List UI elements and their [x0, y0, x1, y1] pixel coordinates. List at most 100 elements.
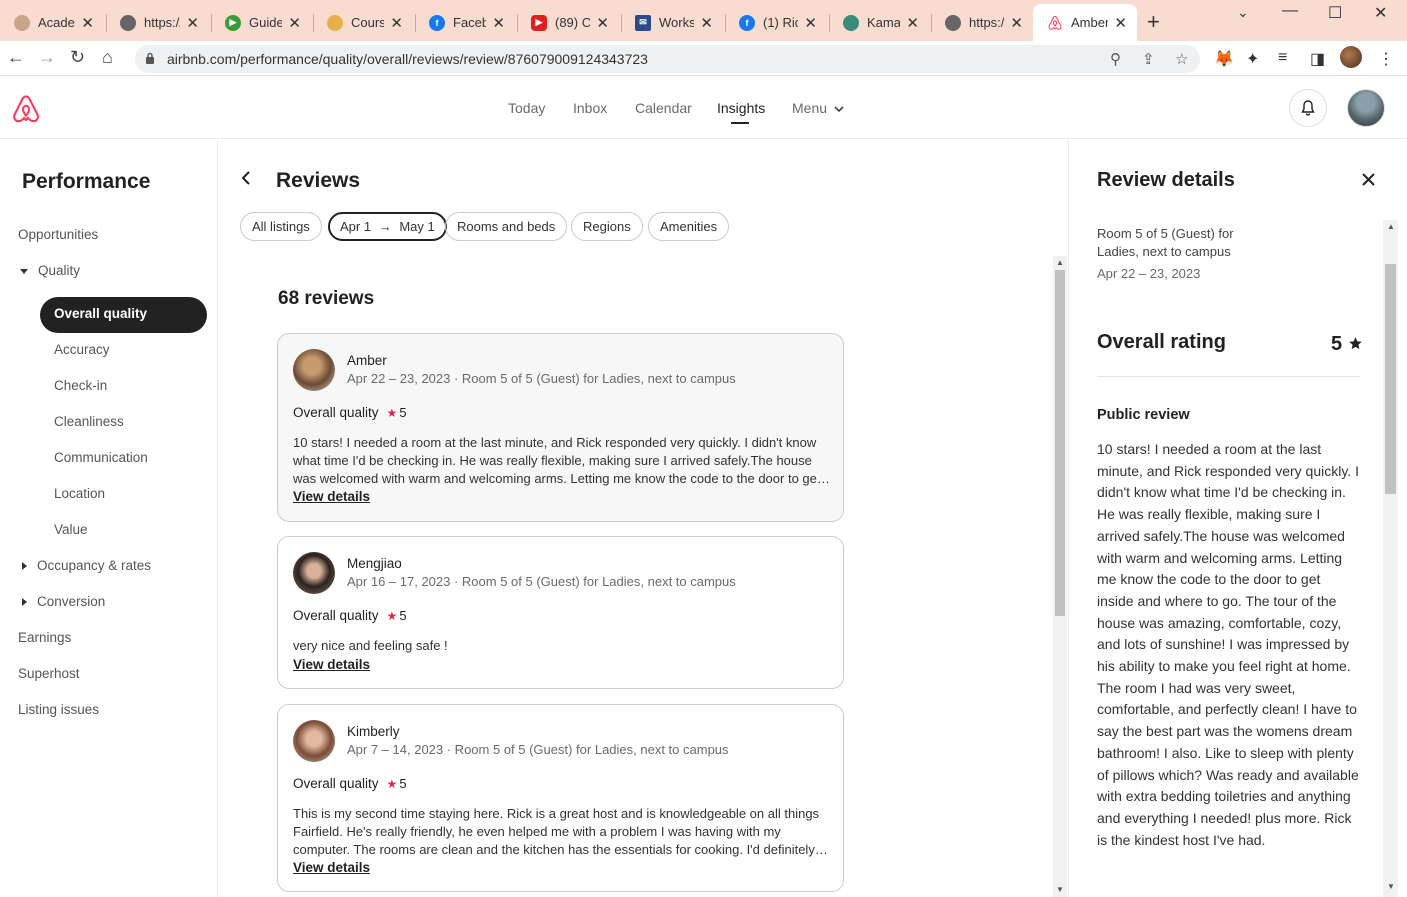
tab-title: Amber — [1071, 15, 1109, 30]
quality-label: Overall quality — [293, 405, 379, 420]
close-tab-icon[interactable]: ✕ — [1010, 14, 1023, 32]
sidebar-item-opportunities[interactable]: Opportunities — [18, 227, 98, 242]
nav-insights[interactable]: Insights — [717, 100, 765, 116]
filter-regions[interactable]: Regions — [571, 212, 643, 241]
close-window-icon[interactable]: ✕ — [1374, 3, 1387, 23]
address-bar[interactable]: airbnb.com/performance/quality/overall/r… — [135, 45, 1200, 73]
extensions-puzzle-icon[interactable]: ✦ — [1246, 49, 1259, 69]
back-chevron-icon[interactable] — [241, 170, 251, 191]
browser-tab[interactable]: ▶ (89) Ch ✕ — [517, 6, 619, 39]
home-icon[interactable]: ⌂ — [102, 47, 113, 68]
filter-amenities[interactable]: Amenities — [648, 212, 730, 241]
sidebar-item-quality[interactable]: Quality — [20, 263, 80, 278]
scroll-down-icon[interactable]: ▼ — [1387, 882, 1395, 891]
review-card[interactable]: Kimberly Apr 7 – 14, 2023 · Room 5 of 5 … — [277, 704, 844, 892]
close-panel-icon[interactable] — [1362, 170, 1375, 191]
minimize-icon[interactable]: — — [1282, 2, 1298, 20]
site-header — [0, 77, 1407, 139]
sidebar-item-value[interactable]: Value — [54, 522, 88, 537]
nav-today[interactable]: Today — [508, 100, 545, 116]
account-avatar[interactable] — [1347, 89, 1385, 127]
back-arrow-icon[interactable]: ← — [7, 47, 25, 68]
maximize-icon[interactable]: ☐ — [1328, 3, 1342, 23]
sidebar-item-listing-issues[interactable]: Listing issues — [18, 702, 99, 717]
quality-rating: Overall quality ★ 5 — [293, 608, 407, 623]
close-tab-icon[interactable]: ✕ — [186, 14, 199, 32]
bookmark-star-icon[interactable]: ☆ — [1175, 50, 1188, 68]
quality-label: Overall quality — [293, 608, 379, 623]
side-panel-icon[interactable]: ◨ — [1310, 49, 1325, 69]
sidebar-item-communication[interactable]: Communication — [54, 450, 148, 465]
filter-all-listings[interactable]: All listings — [240, 212, 322, 241]
scrollbar-thumb[interactable] — [1385, 264, 1396, 494]
close-tab-icon[interactable]: ✕ — [596, 14, 609, 32]
scroll-up-icon[interactable]: ▲ — [1387, 222, 1395, 231]
browser-tab[interactable]: ✉ Worksp ✕ — [621, 6, 723, 39]
close-tab-icon[interactable]: ✕ — [492, 14, 505, 32]
airbnb-logo-icon[interactable] — [11, 93, 41, 130]
scroll-down-icon[interactable]: ▼ — [1056, 885, 1064, 894]
new-tab-icon[interactable]: + — [1147, 9, 1160, 35]
scroll-up-icon[interactable]: ▲ — [1056, 258, 1064, 267]
review-card[interactable]: Mengjiao Apr 16 – 17, 2023 · Room 5 of 5… — [277, 536, 844, 689]
close-tab-icon[interactable]: ✕ — [906, 14, 919, 32]
url-text[interactable]: airbnb.com/performance/quality/overall/r… — [167, 51, 648, 67]
review-text: very nice and feeling safe ! — [293, 638, 448, 653]
view-details-link[interactable]: View details — [293, 657, 370, 672]
browser-tab[interactable]: ▶ Guide t ✕ — [211, 6, 311, 39]
notifications-button[interactable] — [1289, 89, 1327, 127]
scrollbar-thumb[interactable] — [1055, 270, 1065, 616]
reload-icon[interactable]: ↻ — [70, 47, 85, 68]
sidebar-item-check-in[interactable]: Check-in — [54, 378, 107, 393]
browser-tab[interactable]: f Facebo ✕ — [415, 6, 515, 39]
sidebar-item-occupancy[interactable]: Occupancy & rates — [20, 558, 151, 573]
browser-tab[interactable]: Academ ✕ — [0, 6, 104, 39]
sidebar-item-cleanliness[interactable]: Cleanliness — [54, 414, 124, 429]
nav-inbox[interactable]: Inbox — [573, 100, 607, 116]
sidebar-item-label: Quality — [38, 263, 81, 278]
caret-down-icon — [20, 268, 28, 274]
sidebar-item-conversion[interactable]: Conversion — [20, 594, 105, 609]
sidebar-item-earnings[interactable]: Earnings — [18, 630, 71, 645]
close-tab-icon[interactable]: ✕ — [81, 14, 94, 32]
browser-tab[interactable]: f (1) Rick ✕ — [725, 6, 827, 39]
forward-arrow-icon[interactable]: → — [38, 47, 56, 68]
browser-tab[interactable]: https:// ✕ — [106, 6, 209, 39]
close-tab-icon[interactable]: ✕ — [700, 14, 713, 32]
media-control-icon[interactable]: ≡ — [1278, 49, 1287, 67]
close-tab-icon[interactable]: ✕ — [390, 14, 403, 32]
browser-tab[interactable]: Course ✕ — [313, 6, 413, 39]
sidebar-item-location[interactable]: Location — [54, 486, 105, 501]
close-tab-icon[interactable]: ✕ — [1114, 14, 1127, 32]
performance-sidebar: Performance Opportunities Quality Overal… — [0, 140, 218, 897]
tab-search-chevron-icon[interactable]: ⌄ — [1237, 4, 1249, 21]
browser-profile-avatar[interactable] — [1340, 46, 1362, 68]
tab-title: https:// — [969, 15, 1005, 30]
star-icon: ★ — [386, 609, 398, 623]
mail-icon: ✉ — [635, 14, 651, 31]
reviews-scrollbar[interactable]: ▲ ▼ — [1053, 256, 1067, 897]
close-tab-icon[interactable]: ✕ — [804, 14, 817, 32]
close-tab-icon[interactable]: ✕ — [288, 14, 301, 32]
sidebar-item-accuracy[interactable]: Accuracy — [54, 342, 110, 357]
listing-name: Room 5 of 5 (Guest) for Ladies, next to … — [1097, 226, 1234, 259]
view-details-link[interactable]: View details — [293, 860, 370, 875]
view-details-link[interactable]: View details — [293, 489, 370, 504]
tab-title: Facebo — [453, 15, 487, 30]
browser-tab[interactable]: Kama S ✕ — [829, 6, 929, 39]
browser-tab-active[interactable]: Amber ✕ — [1033, 4, 1137, 41]
nav-calendar[interactable]: Calendar — [635, 100, 692, 116]
quality-score: 5 — [399, 776, 407, 791]
sidebar-item-overall-quality[interactable]: Overall quality — [40, 297, 207, 333]
browser-menu-icon[interactable]: ⋮ — [1378, 49, 1394, 69]
panel-scrollbar[interactable]: ▲ ▼ — [1383, 220, 1398, 897]
browser-tab[interactable]: https:// ✕ — [931, 6, 1033, 39]
zoom-icon[interactable]: ⚲ — [1110, 50, 1121, 68]
metamask-extension-icon[interactable]: 🦊 — [1214, 49, 1234, 69]
share-icon[interactable]: ⇪ — [1142, 50, 1155, 68]
review-card[interactable]: Amber Apr 22 – 23, 2023 · Room 5 of 5 (G… — [277, 333, 844, 522]
filter-date-range[interactable]: Apr 1 → May 1 — [328, 212, 447, 241]
filter-rooms-and-beds[interactable]: Rooms and beds — [445, 212, 568, 241]
sidebar-item-superhost[interactable]: Superhost — [18, 666, 80, 681]
nav-menu[interactable]: Menu — [792, 100, 844, 116]
